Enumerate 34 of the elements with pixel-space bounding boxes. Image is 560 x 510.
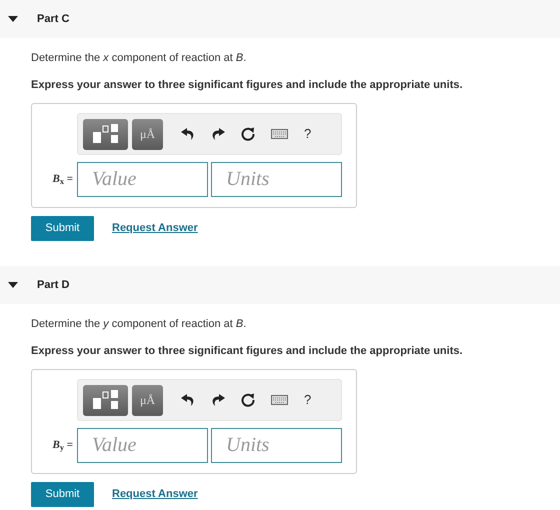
keyboard-icon[interactable]	[271, 129, 288, 139]
question-text: Determine the x component of reaction at B.	[31, 51, 248, 66]
help-button[interactable]: ?	[304, 390, 312, 410]
value-field[interactable]: Value	[77, 162, 208, 197]
units-field[interactable]: Units	[211, 428, 342, 463]
reset-icon[interactable]	[241, 393, 255, 407]
question-text: Determine the y component of reaction at B.	[31, 317, 248, 332]
value-field[interactable]: Value	[77, 428, 208, 463]
units-field[interactable]: Units	[211, 162, 342, 197]
keyboard-icon[interactable]	[271, 395, 288, 405]
templates-icon	[92, 124, 118, 144]
submit-button[interactable]: Submit	[31, 216, 94, 241]
templates-icon	[92, 390, 118, 410]
instruction-text: Express your answer to three significant figures and include the appropriate units.	[31, 78, 464, 92]
answer-label: B$_{y}$ =	[52, 438, 74, 454]
request-answer-link[interactable]: Request Answer	[112, 220, 198, 237]
part-title: Part C	[37, 12, 70, 27]
submit-button[interactable]: Submit	[31, 482, 94, 507]
reset-icon[interactable]	[241, 127, 255, 141]
undo-icon[interactable]	[181, 128, 195, 140]
part-header[interactable]: Part C	[0, 0, 560, 38]
redo-icon[interactable]	[211, 128, 225, 140]
templates-button[interactable]	[83, 118, 128, 150]
answer-label: B$_{x}$ =	[52, 172, 74, 188]
redo-icon[interactable]	[211, 394, 225, 406]
request-answer-link[interactable]: Request Answer	[112, 486, 198, 503]
part-header[interactable]: Part D	[0, 266, 560, 304]
help-button[interactable]: ?	[304, 124, 312, 144]
symbols-button[interactable]: μÅ	[132, 118, 163, 150]
part-title: Part D	[37, 278, 70, 293]
symbols-button[interactable]: μÅ	[132, 384, 163, 416]
templates-button[interactable]	[83, 384, 128, 416]
undo-icon[interactable]	[181, 394, 195, 406]
instruction-text: Express your answer to three significant figures and include the appropriate units.	[31, 344, 464, 358]
